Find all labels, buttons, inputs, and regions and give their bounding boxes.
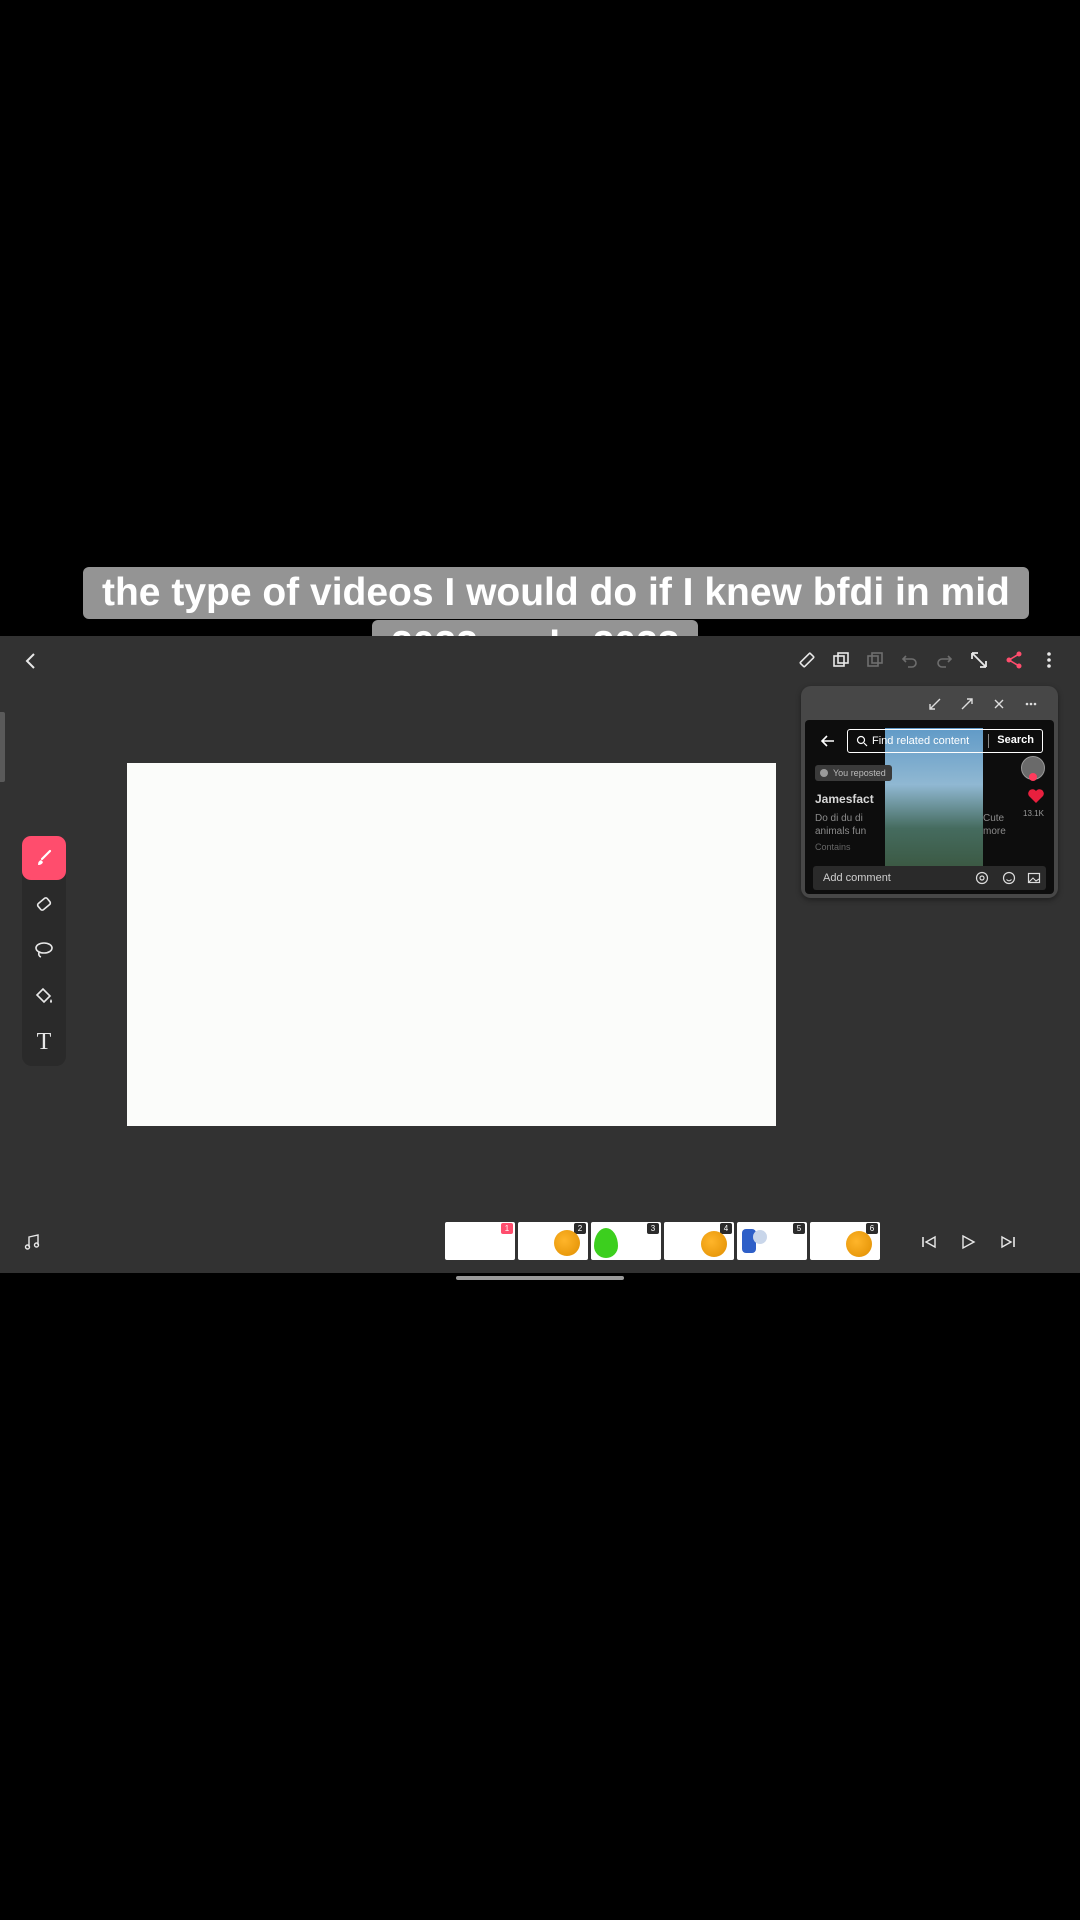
- image-icon: [1027, 872, 1041, 884]
- fullscreen-button[interactable]: [963, 644, 995, 676]
- mention-button[interactable]: [973, 869, 991, 887]
- copy-frame-icon: [833, 652, 849, 667]
- search-button[interactable]: Search: [997, 734, 1034, 746]
- video-app-content: Find related content Search You reposted…: [805, 720, 1054, 894]
- close-window-button[interactable]: [987, 692, 1011, 716]
- arrow-left-icon: [820, 735, 834, 747]
- coin-character-thumbnail: [846, 1231, 872, 1257]
- frame-number: 1: [501, 1223, 513, 1234]
- minimize-window-button[interactable]: [923, 692, 947, 716]
- redo-button[interactable]: [928, 644, 960, 676]
- video-back-button[interactable]: [817, 730, 839, 752]
- frame-number: 4: [720, 1223, 732, 1234]
- copy-frame-button[interactable]: [825, 644, 857, 676]
- more-button[interactable]: [1033, 644, 1065, 676]
- paste-frame-icon: [867, 652, 883, 667]
- like-count: 13.1K: [1023, 809, 1044, 818]
- music-button[interactable]: [20, 1230, 44, 1254]
- at-icon: [975, 871, 989, 885]
- play-icon: [962, 1234, 976, 1250]
- redo-icon: [937, 655, 953, 668]
- close-icon: [994, 699, 1004, 709]
- video-caption-more[interactable]: more: [983, 825, 1031, 838]
- text-tool-icon: T: [36, 1028, 52, 1055]
- search-placeholder: Find related content: [872, 735, 970, 747]
- brush-tool[interactable]: [22, 836, 66, 880]
- previous-frame-button[interactable]: [917, 1230, 941, 1254]
- share-icon: [1006, 651, 1022, 669]
- video-author[interactable]: Jamesfact: [815, 792, 874, 806]
- video-caption-left-line2: animals fun: [815, 826, 867, 837]
- drawing-canvas[interactable]: [127, 763, 776, 1126]
- timeline-frame-5[interactable]: 5: [737, 1222, 807, 1260]
- comment-placeholder: Add comment: [823, 872, 891, 884]
- collapse-icon: [929, 698, 941, 710]
- share-button[interactable]: [998, 644, 1030, 676]
- maximize-icon: [961, 698, 973, 710]
- eraser-icon: [36, 897, 52, 911]
- coin-character-thumbnail: [554, 1230, 580, 1256]
- play-button[interactable]: [956, 1230, 980, 1254]
- chevron-left-icon: [25, 653, 35, 669]
- timeline-frame-3[interactable]: 3: [591, 1222, 661, 1260]
- music-note-icon: [24, 1234, 40, 1250]
- fill-bucket-icon: [35, 987, 52, 1004]
- character-thumbnail-2: [753, 1230, 767, 1244]
- timeline-fade: [880, 1222, 894, 1260]
- emoji-icon: [1002, 871, 1016, 885]
- frame-number: 5: [793, 1223, 805, 1234]
- follow-plus-icon[interactable]: [1029, 773, 1037, 781]
- lasso-tool[interactable]: [22, 928, 66, 972]
- frame-number: 2: [574, 1223, 586, 1234]
- expand-window-button[interactable]: [955, 692, 979, 716]
- contains-label: Contains: [815, 842, 851, 852]
- lasso-icon: [35, 942, 53, 958]
- fill-tool[interactable]: [22, 974, 66, 1018]
- like-button[interactable]: [1025, 786, 1047, 806]
- brush-icon: [38, 849, 52, 865]
- ruler-icon: [799, 652, 815, 668]
- comment-bar[interactable]: Add comment: [813, 866, 1046, 890]
- more-vertical-icon: [1047, 652, 1051, 668]
- text-tool[interactable]: T: [22, 1020, 66, 1064]
- side-panel-handle[interactable]: [0, 712, 5, 782]
- heart-icon: [1028, 789, 1044, 803]
- window-more-button[interactable]: [1019, 692, 1043, 716]
- leafy-character-thumbnail: [594, 1228, 618, 1258]
- related-search-bar[interactable]: Find related content Search: [847, 729, 1043, 753]
- timeline-frame-6[interactable]: 6: [810, 1222, 880, 1260]
- timeline-frame-2[interactable]: 2: [518, 1222, 588, 1260]
- video-caption-left: Do di du di animals fun: [815, 812, 915, 838]
- skip-forward-icon: [1001, 1235, 1015, 1249]
- floating-window-titlebar[interactable]: [801, 686, 1058, 720]
- coin-character-thumbnail: [701, 1231, 727, 1257]
- video-caption-left-line1: Do di du di: [815, 813, 863, 824]
- expand-icon: [971, 652, 987, 668]
- search-icon: [856, 735, 868, 747]
- back-button[interactable]: [14, 644, 48, 678]
- screen: the type of videos I would do if I knew …: [0, 0, 1080, 1920]
- more-horizontal-icon: [1025, 702, 1037, 706]
- eraser-tool[interactable]: [22, 882, 66, 926]
- home-indicator[interactable]: [456, 1276, 624, 1280]
- frame-number: 3: [647, 1223, 659, 1234]
- timeline-frame-4[interactable]: 4: [664, 1222, 734, 1260]
- undo-icon: [901, 655, 917, 668]
- image-button[interactable]: [1025, 869, 1043, 887]
- paste-frame-button[interactable]: [859, 644, 891, 676]
- tool-palette: T: [22, 836, 66, 1066]
- floating-video-window[interactable]: Find related content Search You reposted…: [801, 686, 1058, 898]
- timeline-frame-1[interactable]: 1: [445, 1222, 515, 1260]
- emoji-button[interactable]: [1000, 869, 1018, 887]
- ruler-button[interactable]: [791, 644, 823, 676]
- next-frame-button[interactable]: [996, 1230, 1020, 1254]
- caption-line-1: the type of videos I would do if I knew …: [83, 567, 1029, 619]
- undo-button[interactable]: [894, 644, 926, 676]
- skip-back-icon: [922, 1235, 936, 1249]
- creator-avatar[interactable]: [1021, 756, 1045, 781]
- frame-number: 6: [866, 1223, 878, 1234]
- repost-badge: You reposted: [815, 765, 892, 781]
- search-divider: [988, 734, 989, 748]
